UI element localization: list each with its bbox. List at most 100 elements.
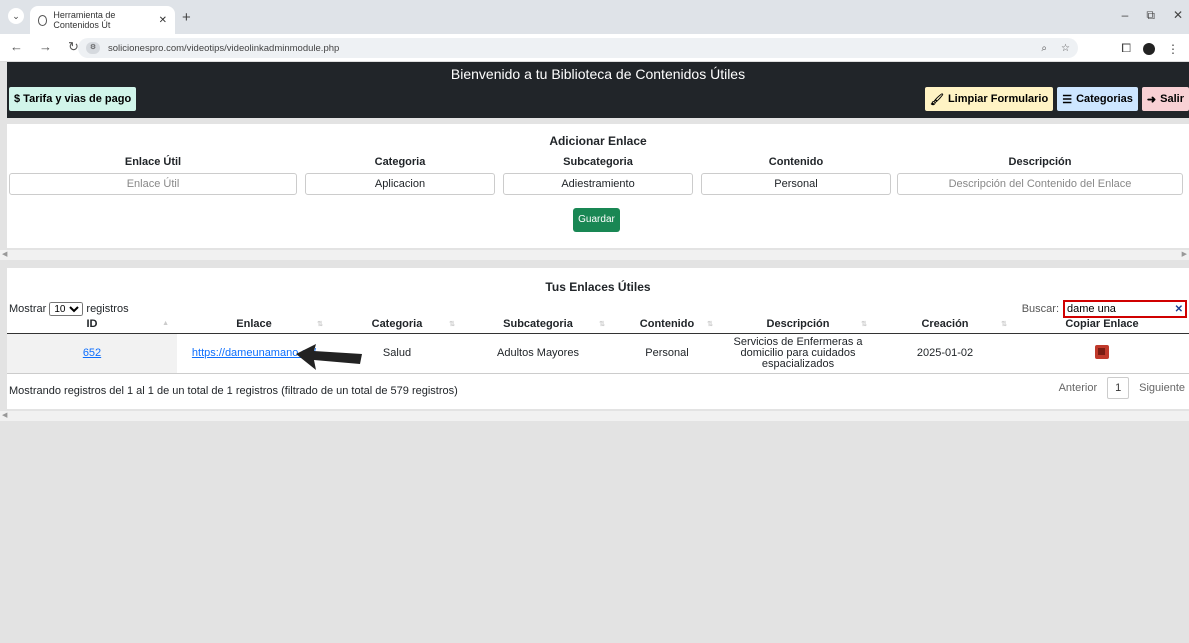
clear-form-button[interactable]: 🖌 Limpiar Formulario: [924, 87, 1054, 111]
col-descripcion[interactable]: Descripción ⇅: [721, 316, 875, 334]
cell-content: Personal: [613, 333, 721, 374]
col-contenido[interactable]: Contenido ⇅: [613, 316, 721, 334]
tab-close-icon[interactable]: ✕: [159, 15, 167, 26]
category-input[interactable]: Aplicacion: [305, 173, 495, 195]
form-title: Adicionar Enlace: [549, 134, 647, 148]
field-label: Contenido: [768, 156, 824, 168]
link-input[interactable]: Enlace Útil: [9, 173, 297, 195]
cell-created: 2025-01-02: [875, 333, 1015, 374]
col-label: Subcategoria: [503, 318, 573, 331]
site-info-icon[interactable]: ⚙: [86, 42, 100, 54]
table-header-row: ID ▲ Enlace ⇅ Categoria ⇅ Subcategoria ⇅ Con…: [7, 316, 1189, 334]
categories-label: Categorias: [1076, 93, 1133, 105]
entries-prefix: Mostrar: [9, 303, 47, 315]
minimize-icon[interactable]: –: [1122, 8, 1129, 23]
col-label: Copiar Enlace: [1065, 318, 1139, 331]
table-title: Tus Enlaces Útiles: [545, 280, 651, 294]
field-contenido: Contenido Personal: [701, 156, 891, 195]
description-input[interactable]: Descripción del Contenido del Enlace: [897, 173, 1183, 195]
page-title: Bienvenido a tu Biblioteca de Contenidos…: [450, 66, 746, 82]
field-label: Categoria: [374, 156, 426, 168]
browser-tab[interactable]: Herramienta de Contenidos Út ✕: [30, 6, 175, 34]
extensions-icon[interactable]: ⧠: [1121, 41, 1131, 56]
col-categoria[interactable]: Categoria ⇅: [331, 316, 463, 334]
horizontal-scrollbar-bottom[interactable]: ◀: [0, 411, 1189, 421]
restore-icon[interactable]: ⧉: [1146, 8, 1155, 23]
col-copiar[interactable]: Copiar Enlace: [1015, 316, 1189, 334]
cell-id: 652: [7, 333, 177, 374]
id-link[interactable]: 652: [83, 347, 101, 359]
cell-description: Servicios de Enfermeras a domicilio para…: [721, 333, 875, 374]
bookmark-star-icon[interactable]: ☆: [1061, 43, 1070, 54]
globe-icon: [38, 14, 48, 26]
browser-toolbar: ← → ↻ ⚙ solicionespro.com/videotips/vide…: [0, 34, 1189, 62]
col-label: Creación: [921, 318, 969, 331]
sort-icon: ⇅: [317, 321, 323, 328]
new-tab-icon[interactable]: +: [182, 9, 191, 26]
table-row: 652 https://dameunamano.co/ Salud Adulto…: [7, 333, 1189, 374]
profile-avatar[interactable]: [1143, 42, 1155, 55]
sort-icon: ⇅: [599, 321, 605, 328]
sort-icon: ⇅: [861, 321, 867, 328]
cell-subcategory: Adultos Mayores: [463, 333, 613, 374]
col-label: Contenido: [639, 318, 695, 331]
logout-icon: ➜: [1146, 93, 1157, 106]
prev-page-button[interactable]: Anterior: [1059, 382, 1098, 394]
logout-label: Salir: [1160, 93, 1184, 105]
logout-button[interactable]: ➜ Salir: [1141, 87, 1189, 111]
close-window-icon[interactable]: ✕: [1173, 8, 1183, 23]
back-icon[interactable]: ←: [10, 39, 23, 55]
categories-button[interactable]: ☰ Categorias: [1057, 87, 1138, 111]
col-label: Enlace: [236, 318, 272, 331]
add-link-form: Adicionar Enlace Enlace Útil Enlace Útil…: [7, 124, 1189, 248]
field-label: Subcategoria: [563, 156, 633, 168]
forward-icon[interactable]: →: [39, 39, 52, 55]
horizontal-scrollbar[interactable]: ◀ ▶: [0, 250, 1189, 260]
tab-search-icon[interactable]: ⌄: [8, 8, 24, 24]
table-info: Mostrando registros del 1 al 1 de un tot…: [9, 385, 458, 397]
field-label: Enlace Útil: [124, 156, 182, 168]
menu-dots-icon[interactable]: ⋮: [1167, 42, 1179, 56]
brush-icon: 🖌: [929, 93, 944, 106]
address-bar[interactable]: ⚙ solicionespro.com/videotips/videolinka…: [78, 38, 1078, 58]
field-enlace: Enlace Útil Enlace Útil: [9, 156, 297, 195]
search-label: Buscar:: [1021, 303, 1059, 315]
content-input[interactable]: Personal: [701, 173, 891, 195]
next-page-button[interactable]: Siguiente: [1139, 382, 1185, 394]
field-descripcion: Descripción Descripción del Contenido de…: [897, 156, 1183, 195]
sort-icon: ⇅: [449, 321, 455, 328]
sort-icon: ⇅: [707, 321, 713, 328]
url-text: solicionespro.com/videotips/videolinkadm…: [108, 42, 340, 54]
cell-copy: [1015, 333, 1189, 374]
browser-tabstrip: ⌄ Herramienta de Contenidos Út ✕ + – ⧉ ✕: [0, 0, 1189, 34]
copy-icon[interactable]: [1095, 344, 1109, 359]
col-id[interactable]: ID ▲: [7, 316, 177, 334]
tarifa-button[interactable]: $ Tarifa y vias de pago: [9, 87, 137, 111]
current-page-button[interactable]: 1: [1107, 377, 1130, 399]
links-table-section: Tus Enlaces Útiles Mostrar 10 registros …: [7, 268, 1189, 409]
col-enlace[interactable]: Enlace ⇅: [177, 316, 331, 334]
scroll-left-icon[interactable]: ◀: [2, 250, 7, 258]
col-creacion[interactable]: Creación ⇅: [875, 316, 1015, 334]
subcategory-input[interactable]: Adiestramiento: [503, 173, 693, 195]
pagination: Anterior 1 Siguiente: [1059, 377, 1185, 399]
field-categoria: Categoria Aplicacion: [305, 156, 495, 195]
scroll-right-icon[interactable]: ▶: [1182, 250, 1187, 258]
entries-select[interactable]: 10: [49, 302, 84, 316]
window-controls: – ⧉ ✕: [1122, 8, 1183, 23]
entries-length: Mostrar 10 registros: [9, 302, 129, 316]
col-label: ID: [86, 318, 98, 331]
sort-icon: ⇅: [1001, 321, 1007, 328]
col-subcategoria[interactable]: Subcategoria ⇅: [463, 316, 613, 334]
zoom-icon[interactable]: ⌕: [1041, 43, 1047, 54]
field-label: Descripción: [1008, 156, 1072, 168]
entries-suffix: registros: [86, 303, 129, 315]
clear-search-icon[interactable]: ✕: [1175, 304, 1183, 315]
links-table: ID ▲ Enlace ⇅ Categoria ⇅ Subcategoria ⇅ Con…: [7, 316, 1189, 374]
tab-title: Herramienta de Contenidos Út: [53, 10, 116, 30]
scroll-left-icon[interactable]: ◀: [2, 411, 7, 419]
save-button[interactable]: Guardar: [573, 208, 620, 232]
app-header: Bienvenido a tu Biblioteca de Contenidos…: [7, 62, 1189, 118]
layers-icon: ☰: [1062, 93, 1073, 106]
field-subcategoria: Subcategoria Adiestramiento: [503, 156, 693, 195]
